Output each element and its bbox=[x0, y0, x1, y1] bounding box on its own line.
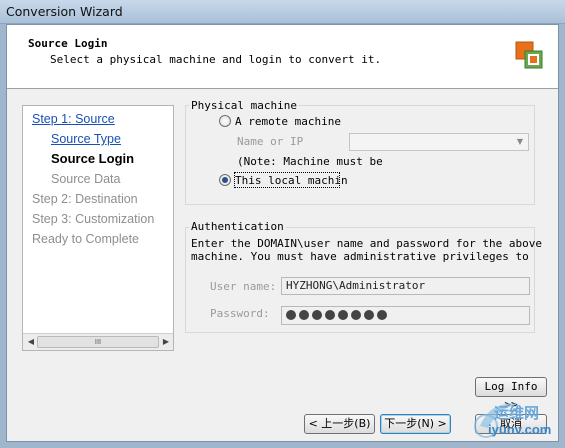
name-ip-combobox[interactable]: ▼ bbox=[349, 133, 529, 151]
authentication-label: Authentication bbox=[189, 220, 286, 233]
window-title: Conversion Wizard bbox=[6, 4, 123, 19]
wizard-header: Source Login Select a physical machine a… bbox=[7, 25, 558, 89]
physical-machine-label: Physical machine bbox=[189, 99, 299, 112]
password-mask bbox=[286, 310, 387, 320]
log-info-button[interactable]: Log Info >> bbox=[475, 377, 547, 411]
password-mask-dot bbox=[338, 310, 348, 320]
back-button[interactable]: < 上一步(B) bbox=[304, 414, 375, 434]
page-title: Source Login bbox=[28, 37, 108, 50]
nav-step1-source[interactable]: Step 1: Source bbox=[32, 112, 115, 126]
password-mask-dot bbox=[377, 310, 387, 320]
title-bar: Conversion Wizard bbox=[0, 0, 565, 24]
password-mask-dot bbox=[312, 310, 322, 320]
scroll-right-icon[interactable]: ▶ bbox=[160, 336, 172, 348]
password-mask-dot bbox=[351, 310, 361, 320]
username-label: User name: bbox=[210, 280, 277, 293]
focus-rectangle bbox=[234, 172, 340, 188]
nav-source-data: Source Data bbox=[51, 172, 121, 186]
password-label: Password: bbox=[210, 307, 270, 320]
watermark-cn-text: 运维网 bbox=[494, 404, 540, 422]
scroll-left-icon[interactable]: ◀ bbox=[25, 336, 37, 348]
source-login-content: Physical machine A remote machine Name o… bbox=[183, 99, 551, 353]
nav-source-login: Source Login bbox=[51, 151, 135, 166]
machine-note: (Note: Machine must be bbox=[237, 155, 383, 168]
password-mask-dot bbox=[299, 310, 309, 320]
auth-description-line1: Enter the DOMAIN\user name and password … bbox=[191, 237, 542, 250]
wizard-steps-panel: Step 1: Source Source Type Source Login … bbox=[22, 105, 174, 351]
name-ip-label: Name or IP bbox=[237, 135, 304, 148]
watermark-url-text: iyunv.com bbox=[488, 422, 552, 437]
password-mask-dot bbox=[364, 310, 374, 320]
scroll-thumb[interactable]: III bbox=[37, 336, 159, 348]
local-machine-radio[interactable] bbox=[219, 174, 231, 186]
nav-source-type[interactable]: Source Type bbox=[51, 132, 121, 146]
username-field[interactable]: HYZHONG\Administrator bbox=[281, 277, 530, 295]
password-mask-dot bbox=[286, 310, 296, 320]
next-button[interactable]: 下一步(N) > bbox=[380, 414, 451, 434]
nav-horizontal-scrollbar[interactable]: ◀ III ▶ bbox=[23, 333, 173, 350]
password-field[interactable] bbox=[281, 306, 530, 325]
password-mask-dot bbox=[325, 310, 335, 320]
nav-ready-to-complete: Ready to Complete bbox=[32, 232, 140, 246]
chevron-down-icon[interactable]: ▼ bbox=[512, 134, 528, 150]
nav-step2-destination: Step 2: Destination bbox=[32, 192, 138, 206]
remote-machine-radio[interactable] bbox=[219, 115, 231, 127]
nav-step3-customization: Step 3: Customization bbox=[32, 212, 155, 226]
auth-description-line2: machine. You must have administrative pr… bbox=[191, 250, 529, 263]
site-watermark: 运维网 iyunv.com bbox=[470, 396, 565, 448]
converter-logo-icon bbox=[515, 41, 543, 69]
page-subtitle: Select a physical machine and login to c… bbox=[50, 53, 382, 66]
wizard-window: Source Login Select a physical machine a… bbox=[6, 24, 559, 442]
remote-machine-label: A remote machine bbox=[235, 115, 341, 128]
